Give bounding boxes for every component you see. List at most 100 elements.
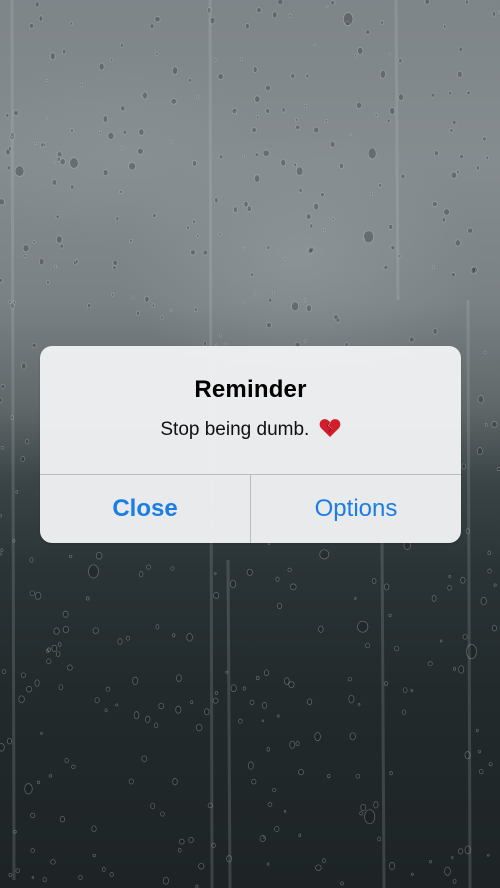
raindrop	[62, 610, 69, 618]
raindrop	[477, 447, 483, 456]
raindrop	[158, 702, 164, 710]
raindrop	[45, 79, 49, 82]
raindrop	[322, 858, 326, 863]
raindrop	[218, 154, 224, 160]
raindrop	[242, 686, 246, 691]
raindrop	[131, 295, 135, 299]
raindrop	[34, 679, 40, 687]
raindrop	[484, 423, 488, 427]
raindrop	[262, 149, 270, 157]
raindrop	[151, 303, 156, 308]
raindrop	[254, 174, 261, 183]
raindrop	[482, 136, 487, 142]
raindrop	[303, 104, 308, 108]
raindrop	[355, 773, 361, 779]
raindrop	[229, 579, 237, 588]
raindrop	[453, 667, 457, 671]
raindrop	[365, 29, 371, 35]
raindrop	[94, 697, 100, 704]
raindrop	[242, 300, 246, 304]
raindrop	[170, 566, 175, 571]
raindrop	[389, 107, 396, 115]
rain-streak	[394, 0, 400, 301]
raindrop	[443, 24, 447, 29]
raindrop	[267, 297, 273, 303]
raindrop	[193, 307, 198, 312]
raindrop	[475, 728, 479, 733]
raindrop	[287, 567, 292, 573]
raindrop	[46, 658, 52, 664]
raindrop	[389, 771, 393, 776]
options-button[interactable]: Options	[251, 475, 461, 543]
raindrop	[371, 578, 377, 584]
raindrop	[0, 514, 2, 518]
raindrop	[389, 862, 395, 870]
raindrop	[141, 755, 148, 762]
raindrop	[85, 596, 90, 601]
raindrop	[0, 548, 4, 552]
raindrop	[125, 635, 131, 641]
raindrop	[367, 147, 377, 160]
raindrop	[315, 864, 322, 871]
raindrop	[137, 147, 144, 155]
raindrop	[256, 115, 260, 120]
raindrop	[50, 859, 56, 865]
raindrop	[45, 117, 49, 121]
raindrop	[109, 58, 114, 63]
raindrop	[480, 597, 487, 606]
raindrop	[53, 627, 60, 635]
raindrop	[21, 362, 27, 370]
raindrop	[265, 108, 271, 114]
raindrop	[251, 127, 257, 133]
raindrop	[71, 764, 76, 770]
raindrop	[242, 154, 245, 159]
raindrop	[313, 202, 319, 211]
raindrop	[294, 117, 299, 122]
raindrop	[323, 228, 326, 232]
raindrop	[169, 140, 173, 144]
raindrop	[266, 322, 272, 329]
raindrop	[62, 48, 67, 55]
raindrop	[120, 105, 126, 112]
raindrop	[0, 198, 5, 206]
raindrop	[252, 66, 258, 73]
raindrop	[450, 171, 457, 179]
raindrop	[26, 686, 33, 693]
raindrop	[179, 838, 185, 845]
raindrop	[176, 674, 182, 682]
raindrop	[454, 239, 461, 247]
raindrop	[298, 769, 304, 776]
raindrop	[155, 51, 159, 56]
raindrop	[383, 583, 390, 591]
raindrop	[13, 110, 19, 116]
raindrop	[295, 124, 301, 130]
raindrop	[298, 187, 303, 193]
close-button[interactable]: Close	[40, 475, 250, 543]
raindrop	[456, 70, 463, 78]
raindrop	[470, 266, 476, 275]
raindrop	[42, 877, 47, 883]
raindrop	[357, 47, 364, 55]
raindrop	[170, 98, 177, 105]
raindrop	[339, 162, 344, 169]
raindrop	[465, 0, 469, 5]
raindrop	[120, 42, 124, 48]
reminder-alert: Reminder Stop being dumb. Close Options	[40, 346, 461, 543]
raindrop	[224, 341, 227, 345]
raindrop	[187, 78, 193, 83]
raindrop	[272, 291, 275, 296]
raindrop	[186, 225, 190, 231]
raindrop	[144, 295, 150, 303]
raindrop	[0, 384, 6, 389]
rain-streak	[226, 559, 232, 888]
raindrop	[88, 564, 99, 579]
raindrop	[15, 490, 19, 494]
raindrop	[115, 216, 120, 222]
raindrop	[177, 848, 182, 853]
raindrop	[107, 131, 115, 140]
raindrop	[427, 661, 433, 667]
raindrop	[136, 310, 140, 316]
raindrop	[46, 280, 50, 285]
raindrop	[192, 219, 196, 225]
raindrop	[115, 703, 119, 707]
